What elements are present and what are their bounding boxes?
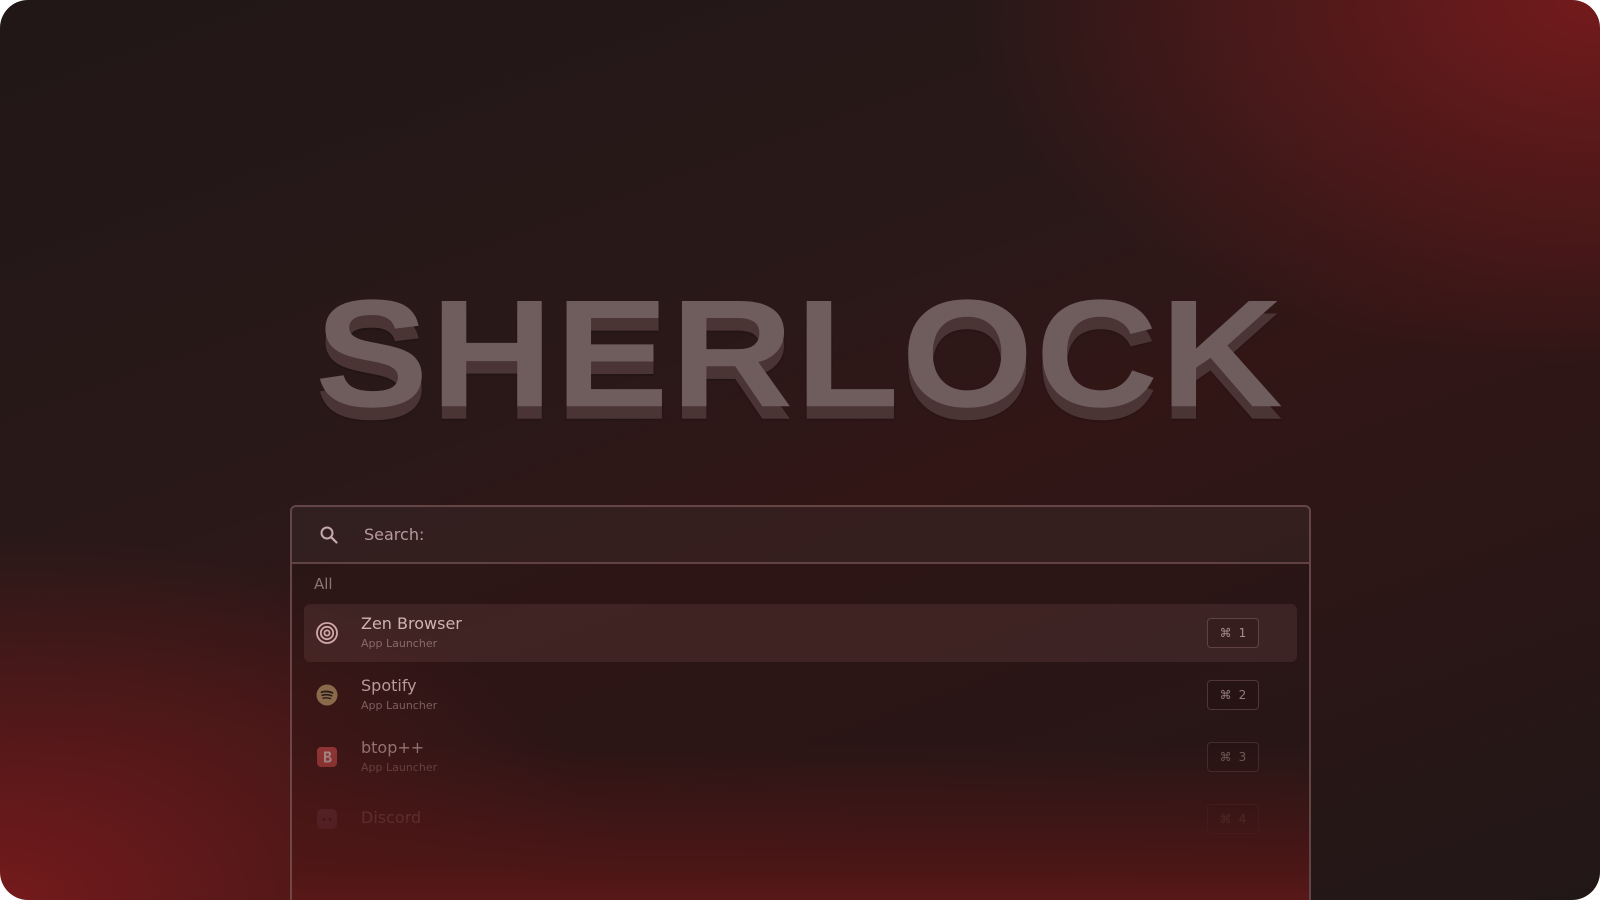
command-key-icon: ⌘ bbox=[1219, 750, 1232, 764]
shortcut-badge: ⌘ 4 bbox=[1207, 804, 1259, 834]
list-item-name: btop++ bbox=[361, 738, 425, 757]
command-key-icon: ⌘ bbox=[1219, 688, 1232, 702]
list-item-zen-browser[interactable]: Zen Browser App Launcher ⌘ 1 bbox=[304, 604, 1297, 662]
zen-browser-icon bbox=[315, 621, 339, 645]
list-item-spotify[interactable]: Spotify App Launcher ⌘ 2 bbox=[304, 666, 1297, 724]
discord-icon bbox=[315, 807, 339, 831]
list-item-discord[interactable]: Discord ⌘ 4 bbox=[304, 790, 1297, 848]
search-bar[interactable] bbox=[292, 507, 1309, 564]
launcher-panel: All Zen Browser App Launcher ⌘ 1 bbox=[290, 505, 1311, 900]
command-key-icon: ⌘ bbox=[1219, 626, 1232, 640]
list-item-btop[interactable]: btop++ App Launcher ⌘ 3 bbox=[304, 728, 1297, 786]
list-item-text: Discord bbox=[361, 808, 421, 830]
sherlock-logo: SHERLOCK bbox=[315, 268, 1285, 440]
shortcut-badge: ⌘ 1 bbox=[1207, 618, 1259, 648]
list-item-subtitle: App Launcher bbox=[361, 637, 438, 650]
logo-container: SHERLOCK bbox=[0, 268, 1600, 442]
list-item-name: Spotify bbox=[361, 676, 417, 695]
shortcut-badge: ⌘ 2 bbox=[1207, 680, 1259, 710]
spotify-icon bbox=[315, 683, 339, 707]
shortcut-badge: ⌘ 3 bbox=[1207, 742, 1259, 772]
list-item-subtitle: App Launcher bbox=[361, 699, 438, 712]
shortcut-key: 1 bbox=[1238, 626, 1247, 640]
list-item-name: Discord bbox=[361, 808, 422, 827]
list-item-text: btop++ App Launcher bbox=[361, 738, 437, 776]
command-key-icon: ⌘ bbox=[1219, 812, 1232, 826]
list-item-text: Zen Browser App Launcher bbox=[361, 614, 462, 652]
list-item-name: Zen Browser bbox=[361, 614, 462, 633]
list-item-text: Spotify App Launcher bbox=[361, 676, 437, 714]
app-window: SHERLOCK All Zen Browser bbox=[0, 0, 1600, 900]
btop-icon bbox=[315, 745, 339, 769]
shortcut-key: 3 bbox=[1238, 750, 1247, 764]
section-label-all: All bbox=[314, 575, 333, 593]
shortcut-key: 4 bbox=[1238, 812, 1247, 826]
shortcut-key: 2 bbox=[1238, 688, 1247, 702]
search-icon bbox=[318, 524, 340, 546]
list-item-subtitle: App Launcher bbox=[361, 761, 438, 774]
search-input[interactable] bbox=[362, 514, 1309, 555]
